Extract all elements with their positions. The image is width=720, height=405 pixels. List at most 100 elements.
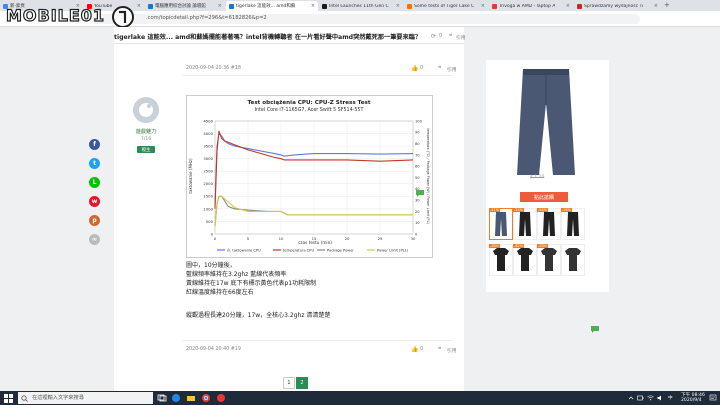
clock-date[interactable]: 2020/9/4 [681,398,702,403]
tab-4[interactable]: tigerlake 這能效... amd和蘇 × [226,1,318,11]
app-icon[interactable] [216,393,226,403]
like-count: 0 [420,347,424,352]
file-explorer-icon[interactable] [186,393,196,403]
avatar[interactable] [133,97,159,123]
y-right-tick-label: 50 [415,176,420,180]
wifi-icon[interactable] [647,395,654,401]
tab-5[interactable]: Intel Launches 11th Gen C × [319,1,403,11]
buy-now-button[interactable]: 點此搶購 [520,192,568,202]
quote-popup-icon[interactable] [415,188,425,198]
reply-icon[interactable]: ❝ [449,33,452,40]
notification-icon[interactable] [709,394,717,402]
like-icon[interactable]: 👍 [411,346,418,353]
tab-favicon-icon [229,3,234,9]
x-tick-label: 20 [345,236,350,241]
url-text[interactable]: .com/topicdetail.php?f=296&t=6182826&p=2 [146,15,267,21]
y-tick-label: 1000 [203,206,213,211]
tab-close-icon[interactable]: × [566,3,570,9]
y-tick-label: 3500 [203,144,213,149]
tab-close-icon[interactable]: × [654,3,658,9]
clothing-icon [519,212,531,236]
tab-close-icon[interactable]: × [137,3,141,9]
y-tick-label: 4500 [203,118,213,123]
tab-7[interactable]: Trivoga w AMD - laptop A × [489,1,573,11]
tab-close-icon[interactable]: × [311,3,315,9]
line-icon[interactable]: L [89,177,100,188]
post-line: 藍線頻率維持在3.2ghz 藍線代表頻率 [186,271,287,278]
y-right-tick-label: 90 [415,131,420,135]
clothing-icon [541,248,557,271]
title-reply-label[interactable]: 引用 [456,34,466,41]
tab-close-icon[interactable]: × [396,3,400,9]
chat-bubble-icon[interactable] [590,324,600,334]
tab-label: Intel Launches 11th Gen C [329,3,389,9]
y-right-tick-label: 60 [415,165,420,169]
weibo-icon[interactable]: w [89,196,100,207]
quote-label[interactable]: 引用 [447,347,457,354]
page-1-button[interactable]: 1 [283,377,295,389]
tab-8[interactable]: Sprawdzamy wydajność Ti × [574,1,661,11]
username[interactable]: 遊戲魅力 [133,128,159,135]
x-tick-label: 10 [279,236,284,241]
product-thumbnail[interactable] [513,244,537,276]
tab-favicon-icon [407,3,412,9]
edge-browser-icon[interactable] [171,393,181,403]
windows-start-icon[interactable] [4,394,13,403]
y-right-tick-label: 10 [415,221,420,225]
y-right-tick-label: 30 [415,199,420,203]
chart-title: Test obciążenia CPU: CPU-Z Stress Test [247,100,370,106]
product-thumbnail[interactable] [489,244,513,276]
legend-label: śr. taktowanie CPU [227,249,261,253]
product-thumbnail[interactable] [537,208,561,240]
clothing-icon [495,212,507,236]
tab-6[interactable]: Some tests of Tiger Lake C × [404,1,488,11]
post-line: 紅線溫度維持在66度左右 [186,289,254,296]
task-view-icon[interactable] [157,393,167,403]
product-old-price: $ 1,20 [530,175,545,180]
product-thumbnail[interactable] [561,244,585,276]
new-tab-button[interactable]: + [664,1,670,9]
tab-favicon-icon [492,3,497,9]
quote-icon[interactable]: ❝ [438,65,441,72]
battery-icon[interactable] [637,395,644,401]
product-jeans-image[interactable] [499,65,593,179]
product-price: $ 880 [536,183,555,190]
title-share-count: 0 [439,34,443,39]
y-tick-label: 4000 [203,131,213,136]
product-thumbnail[interactable] [513,208,537,240]
page-2-button[interactable]: 2 [296,377,308,389]
product-thumbnail[interactable] [537,244,561,276]
discount-badge: -54% [537,208,549,212]
chart-legend: śr. taktowanie CPU temperatura CPU Package… [217,249,409,253]
input-language[interactable]: 中 [668,395,673,401]
tab-3[interactable]: 電腦應用綜合討論 論壇館 × [145,1,225,11]
x-tick-label: 30 [411,236,416,241]
volume-icon[interactable] [657,395,664,401]
share-icon[interactable]: ⟳ [431,33,436,40]
chart-subtitle: Intel Core i7-1165G7, Acer Swift 5 SF514… [255,107,364,113]
product-thumbnail[interactable] [561,208,585,240]
like-icon[interactable]: 👍 [411,65,418,72]
chart-xlabel: czas testu (min) [298,240,332,245]
tab-favicon-icon [148,3,153,9]
post-line: 黃線維持在17w 底下有標示黃色代表p1功耗限制 [186,280,317,287]
quote-icon[interactable]: ❝ [438,346,441,353]
product-thumbnail[interactable] [489,208,513,240]
legend-label: temperatura CPU [283,249,314,253]
chrome-browser-icon[interactable] [201,393,211,403]
tab-favicon-icon [322,3,327,9]
facebook-icon[interactable]: f [89,139,100,150]
plurk-icon[interactable]: p [89,215,100,226]
clothing-icon [565,248,581,271]
tab-close-icon[interactable]: × [218,3,222,9]
tab-close-icon[interactable]: × [481,3,485,9]
x-tick-label: 25 [378,236,383,241]
logo-text: MOBILE01 [6,6,105,25]
mobile01-logo-icon[interactable]: MOBILE01 [4,3,136,29]
discount-badge: -26% [561,208,573,212]
chevron-up-icon[interactable] [628,395,634,401]
quote-label[interactable]: 引用 [447,66,457,73]
link-icon[interactable]: ∞ [89,234,100,245]
twitter-icon[interactable]: t [89,158,100,169]
discount-badge: -24% [513,208,525,212]
